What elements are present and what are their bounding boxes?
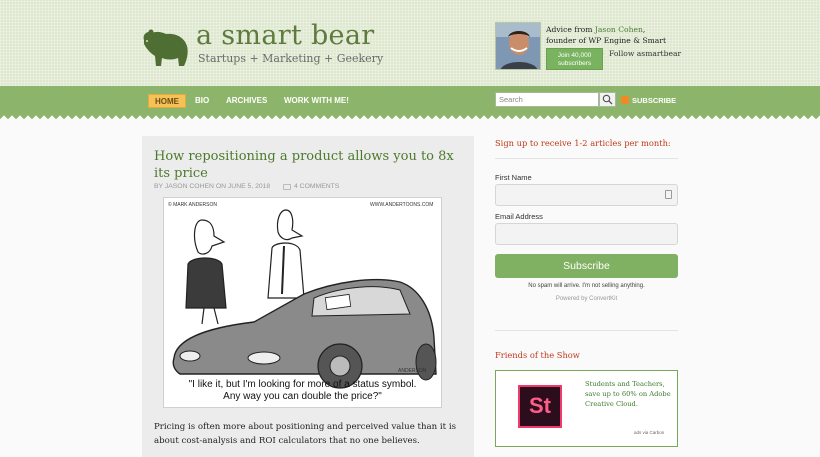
author-prefix: Advice from	[546, 25, 595, 34]
cartoon-caption-line-2: Any way you can double the price?"	[223, 391, 382, 402]
nav-item-work-with-me[interactable]: WORK WITH ME!	[284, 94, 349, 108]
cartoon-signature: ANDERSON	[398, 368, 427, 374]
subscribe-button[interactable]: Subscribe	[495, 254, 678, 278]
post-title-link[interactable]: How repositioning a product allows you t…	[154, 148, 464, 182]
join-subscribers-button[interactable]: Join 40,000 subscribers	[546, 48, 603, 70]
cartoon-caption: "I like it, but I'm looking for more of …	[163, 379, 442, 403]
adobe-stock-logo-icon[interactable]: St	[518, 385, 562, 428]
email-label: Email Address	[495, 212, 543, 221]
cartoon-image	[163, 197, 442, 408]
search-button[interactable]	[599, 92, 616, 107]
author-name-link[interactable]: Jason Cohen	[595, 25, 643, 34]
site-tagline: Startups + Marketing + Geekery	[198, 52, 384, 65]
company-link-wp-engine[interactable]: WP Engine	[588, 36, 630, 45]
autofill-icon	[665, 190, 672, 199]
post-excerpt: Pricing is often more about positioning …	[154, 422, 457, 446]
search-input[interactable]: Search	[495, 92, 599, 107]
friends-heading: Friends of the Show	[495, 350, 580, 360]
sidebar-divider	[495, 158, 678, 159]
email-field[interactable]	[495, 223, 678, 245]
post-comments-link[interactable]: 4 COMMENTS	[294, 183, 339, 190]
cartoon-credit-left: © MARK ANDERSON	[168, 202, 217, 208]
nav-subscribe-link[interactable]: SUBSCRIBE	[632, 94, 676, 108]
sidebar-divider	[495, 330, 678, 331]
nav-item-bio[interactable]: BIO	[195, 94, 209, 108]
post-byline: BY JASON COHEN ON JUNE 5, 2018	[154, 183, 271, 190]
site-title[interactable]: a smart bear	[196, 20, 374, 51]
ad-text-link[interactable]: Students and Teachers, save up to 60% on…	[585, 379, 675, 409]
nav-zigzag-divider	[0, 114, 820, 120]
powered-by-link[interactable]: Powered by ConvertKit	[495, 296, 678, 302]
rss-icon[interactable]	[621, 96, 629, 104]
cartoon-credit-right: WWW.ANDERTOONS.COM	[370, 202, 434, 208]
ad-via-carbon[interactable]: ads via Carbon	[634, 430, 664, 435]
first-name-label: First Name	[495, 173, 532, 182]
comment-icon	[283, 184, 291, 190]
author-avatar	[495, 22, 541, 70]
and-text: &	[630, 36, 643, 45]
bear-logo-icon[interactable]	[140, 24, 190, 68]
first-name-field[interactable]	[495, 184, 678, 206]
search-icon	[602, 94, 613, 105]
signup-heading: Sign up to receive 1-2 articles per mont…	[495, 138, 671, 148]
main-nav	[0, 86, 820, 114]
site-header	[0, 0, 820, 86]
nav-item-home[interactable]: HOME	[148, 94, 186, 108]
follow-twitter-link[interactable]: Follow asmartbear	[609, 49, 681, 58]
nav-item-archives[interactable]: ARCHIVES	[226, 94, 267, 108]
no-spam-note: No spam will arrive. I'm not selling any…	[528, 283, 645, 289]
cartoon-caption-line-1: "I like it, but I'm looking for more of …	[188, 379, 417, 390]
